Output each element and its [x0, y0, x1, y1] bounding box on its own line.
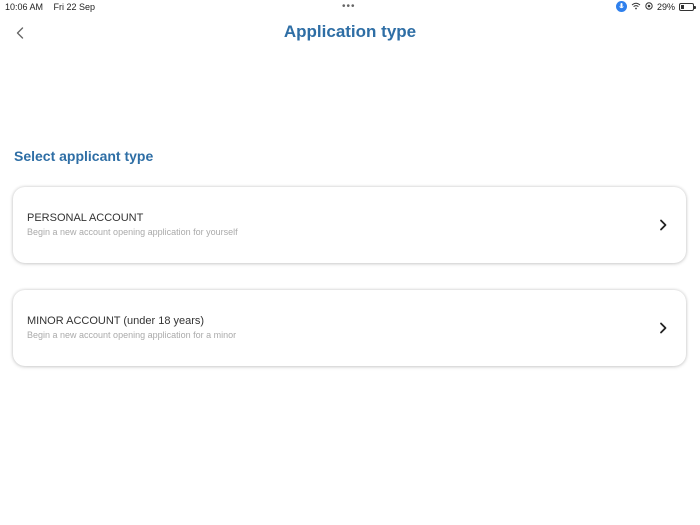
chevron-right-icon [660, 219, 667, 231]
multitask-dots[interactable]: ••• [342, 1, 356, 12]
option-minor-account[interactable]: MINOR ACCOUNT (under 18 years) Begin a n… [13, 290, 686, 366]
status-left: 10:06 AM Fri 22 Sep [5, 2, 95, 12]
status-time: 10:06 AM [5, 2, 44, 12]
option-subtitle: Begin a new account opening application … [27, 330, 237, 340]
battery-icon [679, 2, 696, 11]
header: Application type [0, 18, 700, 48]
status-date: Fri 22 Sep [53, 2, 96, 12]
location-icon [645, 1, 653, 12]
option-subtitle: Begin a new account opening application … [27, 227, 238, 237]
status-bar: 10:06 AM Fri 22 Sep ••• 29% [0, 0, 700, 14]
option-title: MINOR ACCOUNT (under 18 years) [27, 315, 205, 327]
option-title: PERSONAL ACCOUNT [27, 212, 144, 224]
battery-percent: 29% [656, 1, 675, 12]
page-title: Application type [283, 22, 417, 41]
mic-icon [615, 1, 627, 12]
battery-fill [681, 4, 685, 9]
wifi-icon [631, 2, 641, 12]
option-personal-account[interactable]: PERSONAL ACCOUNT Begin a new account ope… [13, 187, 686, 263]
section-title: Select applicant type [14, 148, 154, 164]
chevron-right-icon [660, 322, 667, 334]
status-right: 29% [615, 1, 696, 12]
